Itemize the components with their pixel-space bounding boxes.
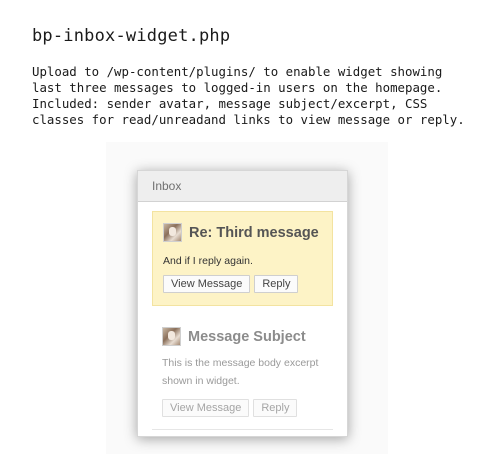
message-item-read: Message Subject This is the message body…	[152, 317, 331, 424]
divider	[152, 429, 333, 430]
message-item-unread: Re: Third message And if I reply again. …	[152, 211, 333, 306]
sender-avatar[interactable]	[163, 223, 182, 242]
plugin-description: Upload to /wp-content/plugins/ to enable…	[32, 64, 465, 127]
view-message-button[interactable]: View Message	[163, 275, 251, 293]
message-excerpt: And if I reply again.	[163, 255, 253, 267]
view-message-button[interactable]: View Message	[162, 399, 250, 417]
message-excerpt: This is the message body excerpt shown i…	[162, 357, 319, 387]
inbox-widget: Inbox Re: Third message And if I reply a…	[137, 170, 348, 437]
reply-button[interactable]: Reply	[253, 399, 298, 417]
sender-avatar[interactable]	[162, 327, 181, 346]
page-title: bp-inbox-widget.php	[32, 26, 231, 46]
widget-title: Inbox	[138, 171, 347, 202]
reply-button[interactable]: Reply	[254, 275, 299, 293]
message-subject[interactable]: Message Subject	[188, 329, 306, 345]
message-subject[interactable]: Re: Third message	[189, 225, 319, 241]
